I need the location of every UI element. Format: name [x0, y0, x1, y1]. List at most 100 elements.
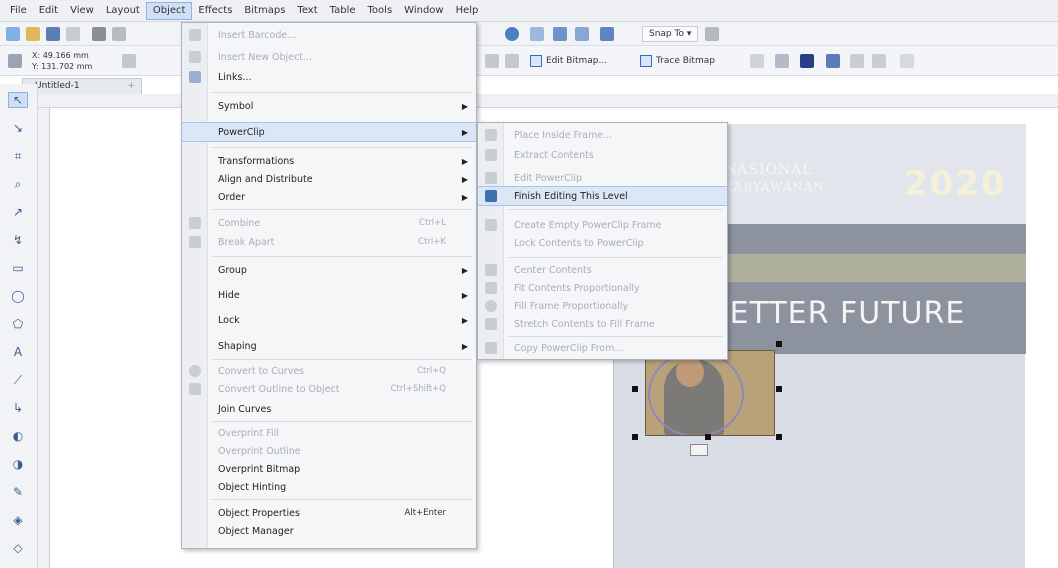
menu-item-transformations[interactable]: Transformations ▶	[182, 151, 476, 171]
menu-item-group[interactable]: Group ▶	[182, 260, 476, 280]
menu-item-align-distribute[interactable]: Align and Distribute ▶	[182, 169, 476, 189]
menu-item-place-inside-frame[interactable]: Place Inside Frame...	[478, 125, 727, 145]
bitmap-color-mask-icon[interactable]	[800, 54, 814, 68]
polygon-tool-icon[interactable]: ⬠	[8, 316, 28, 332]
menu-item-overprint-bitmap[interactable]: Overprint Bitmap	[182, 459, 476, 479]
menu-item-order[interactable]: Order ▶	[182, 187, 476, 207]
new-document-icon[interactable]	[6, 27, 20, 41]
show-rulers-icon[interactable]	[553, 27, 567, 41]
menu-item-convert-outline[interactable]: Convert Outline to Object Ctrl+Shift+Q	[182, 379, 476, 399]
menu-item-extract-contents[interactable]: Extract Contents	[478, 145, 727, 165]
menu-item-overprint-outline[interactable]: Overprint Outline	[182, 441, 476, 461]
menu-item-object-hinting[interactable]: Object Hinting	[182, 477, 476, 497]
menu-item-center-contents[interactable]: Center Contents	[478, 260, 727, 280]
menu-item-object-properties[interactable]: Object Properties Alt+Enter	[182, 503, 476, 523]
transparency-tool-icon[interactable]: ◑	[8, 456, 28, 472]
align-icon[interactable]	[485, 54, 499, 68]
parallel-dimension-tool-icon[interactable]: ⟋	[8, 372, 28, 388]
powerclip-photo[interactable]	[645, 350, 775, 436]
ellipse-tool-icon[interactable]: ◯	[8, 288, 28, 304]
selection-handle-sw[interactable]	[632, 434, 638, 440]
copy-icon[interactable]	[112, 27, 126, 41]
page-size-icon[interactable]	[8, 54, 22, 68]
connector-tool-icon[interactable]: ↳	[8, 400, 28, 416]
vertical-ruler[interactable]	[38, 108, 50, 568]
menu-table[interactable]: Table	[324, 2, 362, 20]
blend-tool-icon[interactable]: ◐	[8, 428, 28, 444]
print-icon[interactable]	[66, 27, 80, 41]
freehand-tool-icon[interactable]: ↗	[8, 204, 28, 220]
snap-to-dropdown[interactable]: Snap To ▾	[642, 26, 699, 42]
selection-handle-s[interactable]	[705, 434, 711, 440]
menu-item-lock[interactable]: Lock ▶	[182, 310, 476, 330]
wrap-text-icon[interactable]	[826, 54, 840, 68]
selection-handle-ne[interactable]	[776, 341, 782, 347]
menu-text[interactable]: Text	[291, 2, 323, 20]
menu-item-fit-proportionally[interactable]: Fit Contents Proportionally	[478, 278, 727, 298]
trace-bitmap-button[interactable]: Trace Bitmap	[640, 53, 715, 69]
menu-item-lock-contents[interactable]: Lock Contents to PowerClip	[478, 233, 727, 253]
horizontal-ruler[interactable]	[22, 94, 1058, 108]
menu-item-overprint-fill[interactable]: Overprint Fill	[182, 423, 476, 443]
launch-icon[interactable]	[505, 27, 519, 41]
zoom-tool-icon[interactable]: ⌕	[8, 176, 28, 192]
menu-item-symbol[interactable]: Symbol ▶	[182, 96, 476, 116]
menu-item-break-apart[interactable]: Break Apart Ctrl+K	[182, 232, 476, 252]
menu-bitmaps[interactable]: Bitmaps	[238, 2, 291, 20]
close-tab-icon[interactable]: +	[127, 79, 135, 93]
resample-icon[interactable]	[750, 54, 764, 68]
menu-item-links[interactable]: Links...	[182, 67, 476, 87]
position-fields[interactable]: X: 49.166 mm Y: 131.702 mm	[32, 50, 92, 72]
save-icon[interactable]	[46, 27, 60, 41]
menu-item-shaping[interactable]: Shaping ▶	[182, 336, 476, 356]
shape-tool-icon[interactable]: ↘	[8, 120, 28, 136]
menu-edit[interactable]: Edit	[33, 2, 64, 20]
menu-item-edit-powerclip[interactable]: Edit PowerClip	[478, 168, 727, 188]
menu-view[interactable]: View	[64, 2, 100, 20]
text-tool-icon[interactable]: A	[8, 344, 28, 360]
add-icon[interactable]	[900, 54, 914, 68]
menu-item-create-empty-frame[interactable]: Create Empty PowerClip Frame	[478, 215, 727, 235]
menu-item-convert-to-curves[interactable]: Convert to Curves Ctrl+Q	[182, 361, 476, 381]
eyedropper-tool-icon[interactable]: ✎	[8, 484, 28, 500]
menu-effects[interactable]: Effects	[192, 2, 238, 20]
pick-tool-icon[interactable]: ↖	[8, 92, 28, 108]
selection-handle-se[interactable]	[776, 434, 782, 440]
interactive-fill-tool-icon[interactable]: ◈	[8, 512, 28, 528]
menu-item-join-curves[interactable]: Join Curves	[182, 399, 476, 419]
menu-item-combine[interactable]: Combine Ctrl+L	[182, 213, 476, 233]
menu-item-powerclip[interactable]: PowerClip ▶	[182, 122, 476, 142]
menu-item-object-manager[interactable]: Object Manager	[182, 521, 476, 541]
crop-tool-icon[interactable]: ⌗	[8, 148, 28, 164]
to-back-icon[interactable]	[872, 54, 886, 68]
full-screen-icon[interactable]	[530, 27, 544, 41]
smart-fill-tool-icon[interactable]: ↯	[8, 232, 28, 248]
menu-file[interactable]: File	[4, 2, 33, 20]
menu-window[interactable]: Window	[398, 2, 449, 20]
y-position-field[interactable]: Y: 131.702 mm	[32, 61, 92, 72]
x-position-field[interactable]: X: 49.166 mm	[32, 50, 92, 61]
menu-item-fill-frame[interactable]: Fill Frame Proportionally	[478, 296, 727, 316]
menu-item-finish-editing[interactable]: Finish Editing This Level	[478, 186, 727, 206]
menu-layout[interactable]: Layout	[100, 2, 146, 20]
open-folder-icon[interactable]	[26, 27, 40, 41]
show-guidelines-icon[interactable]	[600, 27, 614, 41]
menu-item-hide[interactable]: Hide ▶	[182, 285, 476, 305]
powerclip-edit-tag[interactable]	[690, 444, 708, 456]
selection-handle-e[interactable]	[776, 386, 782, 392]
to-front-icon[interactable]	[850, 54, 864, 68]
cut-icon[interactable]	[92, 27, 106, 41]
menu-item-insert-barcode[interactable]: Insert Barcode...	[182, 25, 476, 45]
document-tab[interactable]: Untitled-1 +	[22, 78, 142, 94]
smart-fill-icon[interactable]: ◇	[8, 540, 28, 556]
menu-item-insert-new-object[interactable]: Insert New Object...	[182, 47, 476, 67]
mirror-icon[interactable]	[505, 54, 519, 68]
show-grid-icon[interactable]	[575, 27, 589, 41]
menu-help[interactable]: Help	[450, 2, 485, 20]
crop-bitmap-icon[interactable]	[775, 54, 789, 68]
menu-tools[interactable]: Tools	[362, 2, 399, 20]
menu-object[interactable]: Object	[145, 1, 193, 20]
selection-handle-w[interactable]	[632, 386, 638, 392]
menu-item-stretch-contents[interactable]: Stretch Contents to Fill Frame	[478, 314, 727, 334]
options-icon[interactable]	[705, 27, 719, 41]
